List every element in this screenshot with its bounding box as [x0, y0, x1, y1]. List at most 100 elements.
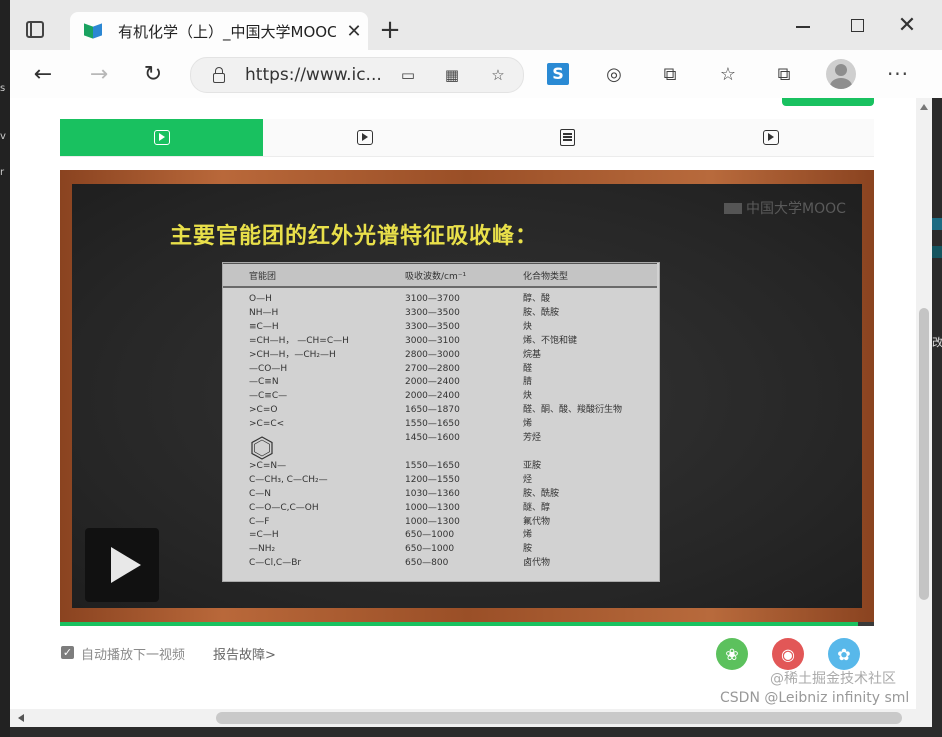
table-cell-group: >CH—H，—CH₂—H	[249, 349, 336, 360]
mooc-watermark: 中国大学MOOC	[724, 198, 846, 218]
table-cell-compound: 炔	[523, 391, 533, 402]
table-cell-group: C—N	[249, 488, 272, 499]
left-fragment-glyph: s	[0, 84, 6, 94]
juejin-watermark: @稀土掘金技术社区	[770, 671, 896, 687]
add-favorite-icon[interactable]: ☆	[487, 65, 509, 85]
scroll-left-icon[interactable]	[18, 714, 24, 722]
table-cell-group: NH—H	[249, 307, 279, 318]
maximize-icon[interactable]	[842, 14, 872, 38]
cast-icon[interactable]: ▭	[397, 65, 419, 85]
document-icon	[560, 129, 575, 146]
address-bar[interactable]: https://www.ic... ▭ ▦ ☆	[190, 57, 524, 93]
table-cell-compound: 烯、不饱和键	[523, 335, 578, 346]
tab-video-active[interactable]	[60, 119, 263, 156]
right-fragment-glyph: 改	[932, 336, 942, 349]
table-cell-compound: 胺、酰胺	[523, 307, 560, 318]
course-tab-bar	[60, 119, 874, 157]
tab-close-icon[interactable]: ✕	[344, 21, 364, 42]
window-close-icon[interactable]: ✕	[892, 12, 922, 40]
table-cell-wavenumber: 650—800	[405, 558, 449, 569]
video-player[interactable]: 中国大学MOOC 主要官能团的红外光谱特征吸收峰： 官能团 吸收波数/cm⁻¹ …	[60, 170, 874, 626]
scroll-up-icon[interactable]	[920, 104, 928, 110]
table-cell-compound: 烯	[523, 419, 533, 430]
table-cell-wavenumber: 1200—1550	[405, 474, 460, 485]
table-cell-group: >C=N—	[249, 460, 287, 471]
right-app-fragment: 改	[932, 98, 942, 737]
table-row: >C=O 1650—1870 醛、酮、酸、羧酸衍生物	[223, 404, 657, 418]
new-tab-button[interactable]: +	[376, 16, 404, 44]
forward-arrow-icon[interactable]: →	[82, 58, 116, 90]
share-weibo-icon[interactable]: ◉	[772, 638, 804, 670]
table-cell-compound: 醛、酮、酸、羧酸衍生物	[523, 405, 623, 416]
table-cell-group: —NH₂	[249, 544, 276, 555]
reload-icon[interactable]: ↻	[136, 58, 170, 90]
ir-absorption-table: 官能团 吸收波数/cm⁻¹ 化合物类型 O—H 3100—3700 醇、酸 NH—H 3…	[222, 262, 660, 582]
video-play-icon	[356, 130, 373, 145]
autoplay-label[interactable]: 自动播放下一视频	[81, 644, 185, 663]
extension-s-icon[interactable]: S	[544, 60, 572, 88]
table-cell-group: —CO—H	[249, 363, 288, 374]
vertical-scroll-thumb[interactable]	[919, 308, 929, 600]
table-cell-compound: 胺、酰胺	[523, 488, 560, 499]
table-row: >C=C< 1550—1650 烯	[223, 418, 657, 432]
table-cell-compound: 烯	[523, 530, 533, 541]
share-qq-icon[interactable]: ✿	[828, 638, 860, 670]
share-wechat-icon[interactable]: ❀	[716, 638, 748, 670]
table-cell-compound: 炔	[523, 321, 533, 332]
report-issue-link[interactable]: 报告故障>	[213, 644, 276, 663]
play-icon	[111, 547, 141, 583]
tab-document[interactable]	[466, 119, 669, 156]
table-row: —NH₂ 650—1000 胺	[223, 543, 657, 557]
table-row: 1450—1600 芳烃	[223, 432, 657, 446]
table-cell-compound: 卤代物	[523, 558, 551, 569]
table-row: >CH—H，—CH₂—H 2800—3000 烷基	[223, 349, 657, 363]
apps-icon[interactable]: ▦	[441, 65, 463, 85]
bottom-dark-edge	[10, 727, 942, 737]
autoplay-checkbox[interactable]: ✓	[61, 646, 74, 659]
table-cell-wavenumber: 2000—2400	[405, 377, 460, 388]
browser-tab-active[interactable]: 有机化学（上）_中国大学MOOC ✕	[70, 12, 368, 50]
tab-video-3[interactable]	[669, 119, 872, 156]
table-row: —C≡N 2000—2400 腈	[223, 376, 657, 390]
column-header-group: 官能团	[249, 272, 277, 282]
favorites-icon[interactable]: ☆	[714, 60, 742, 88]
extensions-puzzle-icon[interactable]: ⧉	[656, 60, 684, 88]
url-text[interactable]: https://www.ic...	[245, 65, 382, 85]
table-row: NH—H 3300—3500 胺、酰胺	[223, 307, 657, 321]
table-cell-compound: 亚胺	[523, 460, 542, 471]
table-cell-wavenumber: 1550—1650	[405, 419, 460, 430]
table-row: =C—H 650—1000 烯	[223, 529, 657, 543]
horizontal-scroll-thumb[interactable]	[216, 712, 902, 724]
table-cell-wavenumber: 1000—1300	[405, 516, 460, 527]
back-arrow-icon[interactable]: ←	[26, 58, 60, 90]
table-cell-compound: 氟代物	[523, 516, 551, 527]
table-row: C—O—C,C—OH 1000—1300 醚、醇	[223, 502, 657, 516]
reader-icon[interactable]: ◎	[600, 60, 628, 88]
play-button[interactable]	[85, 528, 159, 602]
table-cell-wavenumber: 650—1000	[405, 544, 455, 555]
video-progress-track[interactable]	[60, 622, 874, 626]
table-cell-compound: 胺	[523, 544, 533, 555]
table-row: >C=N— 1550—1650 亚胺	[223, 460, 657, 474]
video-play-icon	[153, 130, 170, 145]
left-app-fragment: s v r	[0, 0, 10, 737]
horizontal-scrollbar[interactable]	[10, 709, 932, 727]
vertical-scrollbar[interactable]	[916, 98, 932, 709]
blackboard-slide: 中国大学MOOC 主要官能团的红外光谱特征吸收峰： 官能团 吸收波数/cm⁻¹ …	[72, 184, 862, 608]
navigation-bar: ← → ↻ https://www.ic... ▭ ▦ ☆ S ◎ ⧉ ☆ ⧉ …	[10, 50, 942, 98]
tab-video-2[interactable]	[263, 119, 466, 156]
video-play-icon	[762, 130, 779, 145]
collections-icon[interactable]: ⧉	[770, 60, 798, 88]
minimize-icon[interactable]	[788, 14, 818, 38]
lock-icon[interactable]	[213, 67, 225, 83]
slide-title: 主要官能团的红外光谱特征吸收峰：	[170, 224, 539, 249]
more-menu-icon[interactable]: ···	[884, 60, 912, 88]
table-cell-wavenumber: 1550—1650	[405, 460, 460, 471]
table-row: =CH—H， —CH=C—H 3000—3100 烯、不饱和键	[223, 335, 657, 349]
blackboard-frame: 中国大学MOOC 主要官能团的红外光谱特征吸收峰： 官能团 吸收波数/cm⁻¹ …	[60, 170, 874, 622]
profile-avatar[interactable]	[826, 59, 856, 89]
top-green-button[interactable]	[782, 98, 874, 106]
table-cell-wavenumber: 1030—1360	[405, 488, 460, 499]
video-progress-fill	[60, 622, 858, 626]
tab-actions-icon[interactable]	[20, 14, 50, 44]
